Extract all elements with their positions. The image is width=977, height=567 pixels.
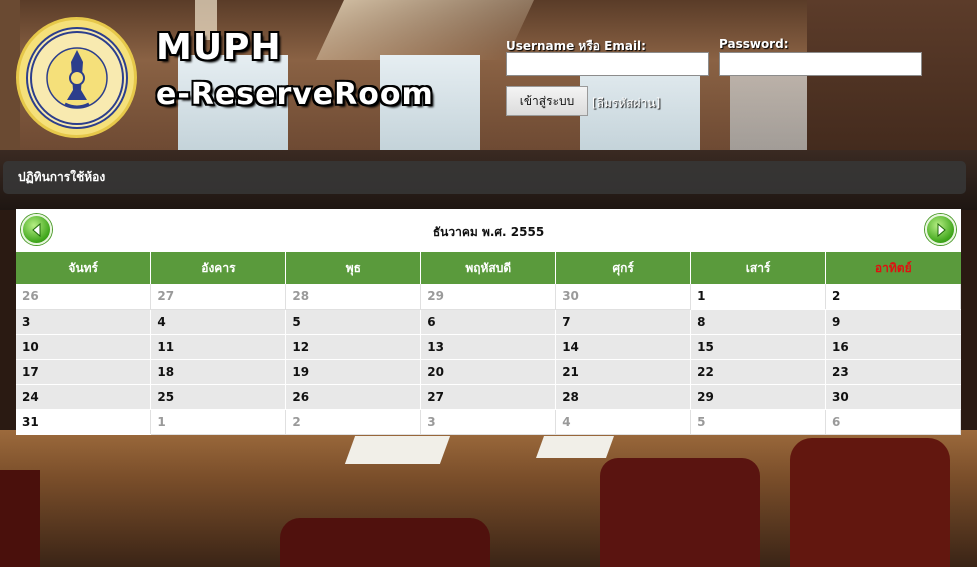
calendar-day[interactable]: 25 xyxy=(150,384,287,410)
calendar-day[interactable]: 28 xyxy=(555,384,692,410)
weekday-header: พฤหัสบดี xyxy=(420,252,557,284)
calendar-day[interactable]: 10 xyxy=(16,334,152,360)
weekday-header: พุธ xyxy=(285,252,422,284)
calendar-week-row: 3456789 xyxy=(16,309,961,335)
calendar-day[interactable]: 15 xyxy=(690,334,827,360)
calendar-day-other-month[interactable]: 6 xyxy=(825,409,961,435)
calendar-day[interactable]: 20 xyxy=(420,359,557,385)
calendar-day[interactable]: 17 xyxy=(16,359,152,385)
brand-line1: MUPH xyxy=(156,27,282,68)
calendar-week-row: 24 25 26 27 28 29 30 xyxy=(16,384,961,410)
calendar-day-other-month[interactable]: 28 xyxy=(285,284,422,310)
calendar-day-other-month[interactable]: 30 xyxy=(555,284,692,310)
calendar-header: ธันวาคม พ.ศ. 2555 xyxy=(16,209,961,252)
calendar-day-other-month[interactable]: 29 xyxy=(420,284,557,310)
calendar-week-row: 10 11 12 13 14 15 16 xyxy=(16,334,961,360)
brand-line2: e-ReserveRoom xyxy=(156,77,434,112)
site-brand: MUPH e-ReserveRoom xyxy=(156,30,434,110)
calendar-day-other-month[interactable]: 1 xyxy=(150,409,287,435)
password-input[interactable] xyxy=(719,52,922,76)
calendar-day[interactable]: 6 xyxy=(420,309,557,335)
menu-item-room-calendar[interactable]: ปฏิทินการใช้ห้อง xyxy=(18,168,105,187)
calendar-day[interactable]: 9 xyxy=(825,309,961,335)
calendar-day[interactable]: 12 xyxy=(285,334,422,360)
password-label: Password: xyxy=(719,37,789,51)
username-input[interactable] xyxy=(506,52,709,76)
calendar-day[interactable]: 18 xyxy=(150,359,287,385)
weekday-header: เสาร์ xyxy=(690,252,827,284)
calendar-day[interactable]: 7 xyxy=(555,309,692,335)
login-button[interactable]: เข้าสู่ระบบ xyxy=(506,86,588,116)
calendar-day-other-month[interactable]: 26 xyxy=(16,284,152,310)
university-logo xyxy=(16,17,137,138)
calendar-day-other-month[interactable]: 27 xyxy=(150,284,287,310)
calendar-day-other-month[interactable]: 3 xyxy=(420,409,557,435)
calendar-day[interactable]: 24 xyxy=(16,384,152,410)
right-arrow-icon xyxy=(937,222,946,237)
calendar-day[interactable]: 30 xyxy=(825,384,961,410)
calendar-day[interactable]: 31 xyxy=(16,409,152,435)
calendar-day-other-month[interactable]: 4 xyxy=(555,409,692,435)
calendar-day[interactable]: 16 xyxy=(825,334,961,360)
calendar-week-row: 31 1 2 3 4 5 6 xyxy=(16,409,961,435)
calendar-day[interactable]: 14 xyxy=(555,334,692,360)
room-calendar: ธันวาคม พ.ศ. 2555 จันทร์ อังคาร พุธ พฤหั… xyxy=(16,209,961,435)
calendar-body: 26 27 28 29 30 1 2 3 4 5 6 7 8 9 10 11 12 13 14 15 16 17 18 19 2… xyxy=(16,284,961,435)
calendar-day[interactable]: 26 xyxy=(285,384,422,410)
calendar-day[interactable]: 22 xyxy=(690,359,827,385)
mahidol-university-seal-icon xyxy=(29,30,124,125)
calendar-day[interactable]: 21 xyxy=(555,359,692,385)
calendar-month-title: ธันวาคม พ.ศ. 2555 xyxy=(432,225,545,239)
weekday-header: จันทร์ xyxy=(16,252,152,284)
calendar-day[interactable]: 3 xyxy=(16,309,152,335)
calendar-day[interactable]: 23 xyxy=(825,359,961,385)
calendar-day-other-month[interactable]: 2 xyxy=(285,409,422,435)
calendar-day[interactable]: 13 xyxy=(420,334,557,360)
menu-bar: ปฏิทินการใช้ห้อง xyxy=(3,161,966,194)
next-month-button[interactable] xyxy=(925,214,956,245)
weekday-header: อังคาร xyxy=(150,252,287,284)
calendar-day[interactable]: 29 xyxy=(690,384,827,410)
calendar-day[interactable]: 27 xyxy=(420,384,557,410)
calendar-day[interactable]: 2 xyxy=(825,284,961,310)
calendar-week-row: 17 18 19 20 21 22 23 xyxy=(16,359,961,385)
calendar-grid: จันทร์ อังคาร พุธ พฤหัสบดี ศุกร์ เสาร์ อ… xyxy=(16,252,961,435)
weekday-header: ศุกร์ xyxy=(555,252,692,284)
calendar-week-row: 26 27 28 29 30 1 2 xyxy=(16,284,961,310)
calendar-day[interactable]: 19 xyxy=(285,359,422,385)
calendar-day[interactable]: 11 xyxy=(150,334,287,360)
weekday-header-row: จันทร์ อังคาร พุธ พฤหัสบดี ศุกร์ เสาร์ อ… xyxy=(16,252,961,284)
weekday-header-sunday: อาทิตย์ xyxy=(825,252,961,284)
calendar-day[interactable]: 5 xyxy=(285,309,422,335)
calendar-day-other-month[interactable]: 5 xyxy=(690,409,827,435)
calendar-day[interactable]: 1 xyxy=(690,284,827,310)
calendar-day[interactable]: 4 xyxy=(150,309,287,335)
forgot-password-link[interactable]: [ลืมรหัสผ่าน] xyxy=(592,94,660,113)
calendar-day[interactable]: 8 xyxy=(690,309,827,335)
